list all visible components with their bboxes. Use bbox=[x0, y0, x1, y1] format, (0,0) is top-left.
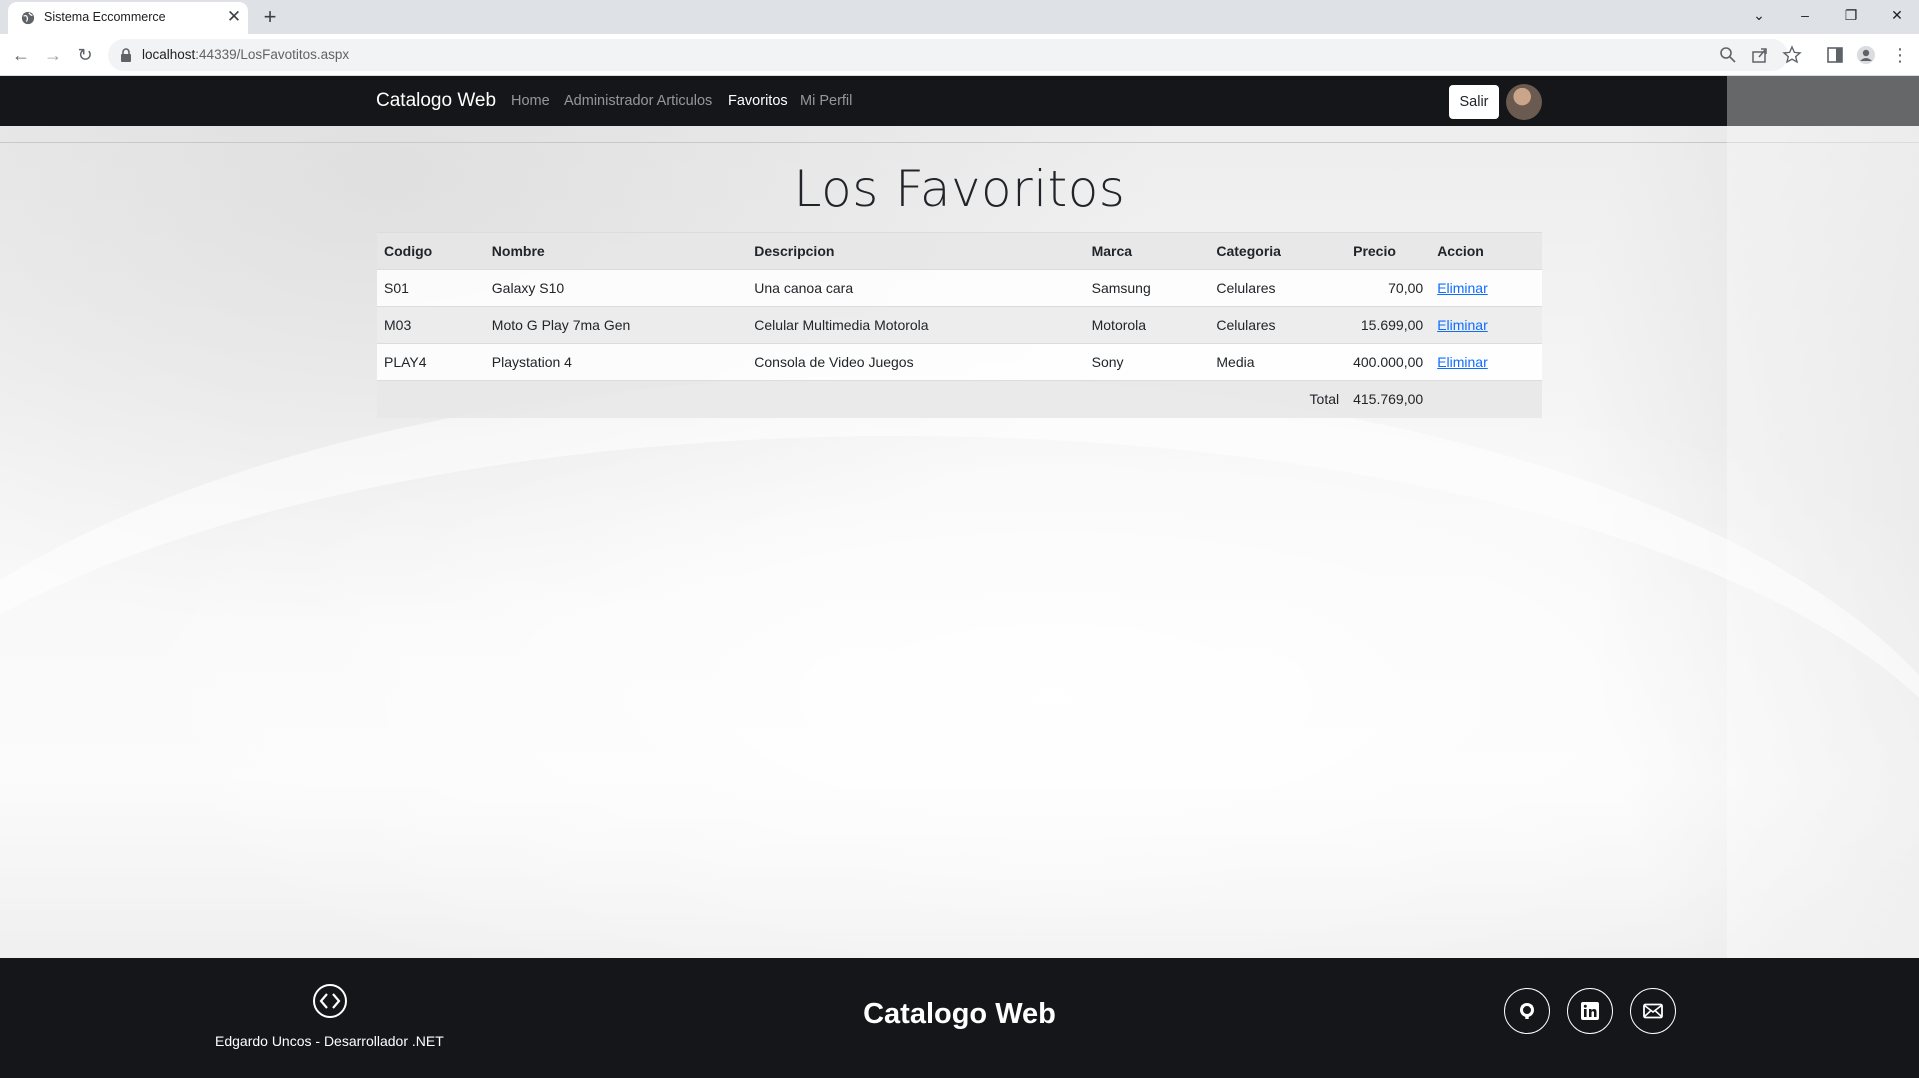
total-spacer bbox=[1430, 380, 1542, 418]
nav-link-home[interactable]: Home bbox=[511, 93, 550, 109]
navbar-brand[interactable]: Catalogo Web bbox=[376, 90, 496, 112]
cell-nombre: Moto G Play 7ma Gen bbox=[484, 306, 748, 344]
cell-precio: 15.699,00 bbox=[1346, 306, 1431, 344]
cell-precio: 400.000,00 bbox=[1346, 343, 1431, 381]
reload-button[interactable]: ↻ bbox=[71, 41, 99, 69]
table-row: PLAY4 Playstation 4 Consola de Video Jue… bbox=[377, 343, 1542, 381]
eliminar-link[interactable]: Eliminar bbox=[1437, 317, 1488, 333]
total-value: 415.769,00 bbox=[1346, 380, 1431, 418]
header-marca: Marca bbox=[1084, 232, 1210, 270]
new-tab-button[interactable]: + bbox=[256, 4, 284, 30]
cell-marca: Samsung bbox=[1084, 269, 1210, 307]
share-icon[interactable] bbox=[1750, 45, 1770, 65]
globe-icon bbox=[21, 11, 35, 25]
cell-codigo: PLAY4 bbox=[377, 343, 485, 381]
cell-nombre: Playstation 4 bbox=[484, 343, 748, 381]
eliminar-link[interactable]: Eliminar bbox=[1437, 354, 1488, 370]
cell-codigo: M03 bbox=[377, 306, 485, 344]
cell-descripcion: Una canoa cara bbox=[747, 269, 1085, 307]
profile-icon[interactable] bbox=[1855, 44, 1877, 66]
close-window-button[interactable]: ✕ bbox=[1874, 0, 1919, 30]
table-row: S01 Galaxy S10 Una canoa cara Samsung Ce… bbox=[377, 269, 1542, 307]
url-path: :44339/LosFavotitos.aspx bbox=[195, 47, 350, 62]
header-accion: Accion bbox=[1430, 232, 1542, 270]
nav-link-administrador-articulos[interactable]: Administrador Articulos bbox=[564, 93, 712, 109]
browser-toolbar: ← → ↻ localhost:44339/LosFavotitos.aspx … bbox=[0, 34, 1919, 76]
mail-icon[interactable] bbox=[1630, 988, 1676, 1034]
cell-descripcion: Consola de Video Juegos bbox=[747, 343, 1085, 381]
close-tab-icon[interactable]: ✕ bbox=[224, 7, 244, 27]
top-navbar: Catalogo Web Home Administrador Articulo… bbox=[0, 76, 1919, 126]
table-header-row: Codigo Nombre Descripcion Marca Categori… bbox=[377, 232, 1542, 270]
restore-button[interactable]: ❐ bbox=[1828, 0, 1874, 30]
header-nombre: Nombre bbox=[484, 232, 748, 270]
nav-link-mi-perfil[interactable]: Mi Perfil bbox=[800, 93, 852, 109]
divider bbox=[0, 142, 1919, 143]
page-title: Los Favoritos bbox=[793, 160, 1126, 218]
url-text: localhost:44339/LosFavotitos.aspx bbox=[142, 47, 349, 62]
eliminar-link[interactable]: Eliminar bbox=[1437, 280, 1488, 296]
cell-descripcion: Celular Multimedia Motorola bbox=[747, 306, 1085, 344]
cell-categoria: Celulares bbox=[1209, 306, 1347, 344]
total-label: Total bbox=[377, 380, 1347, 418]
page-content: Catalogo Web Home Administrador Articulo… bbox=[0, 76, 1919, 1078]
address-bar[interactable]: localhost:44339/LosFavotitos.aspx bbox=[108, 39, 1802, 71]
footer-author: Edgardo Uncos - Desarrollador .NET bbox=[215, 1033, 444, 1049]
cell-accion: Eliminar bbox=[1430, 269, 1542, 307]
page-footer: Edgardo Uncos - Desarrollador .NET Catal… bbox=[0, 958, 1919, 1078]
browser-tab[interactable]: Sistema Eccommerce ✕ bbox=[8, 2, 248, 34]
cell-categoria: Media bbox=[1209, 343, 1347, 381]
header-descripcion: Descripcion bbox=[747, 232, 1085, 270]
github-icon[interactable] bbox=[1504, 988, 1550, 1034]
menu-kebab-icon[interactable]: ⋮ bbox=[1886, 41, 1914, 69]
header-codigo: Codigo bbox=[377, 232, 485, 270]
url-host: localhost bbox=[142, 47, 196, 62]
cell-marca: Motorola bbox=[1084, 306, 1210, 344]
header-precio: Precio bbox=[1346, 232, 1431, 270]
header-categoria: Categoria bbox=[1209, 232, 1347, 270]
cell-nombre: Galaxy S10 bbox=[484, 269, 748, 307]
side-panel-icon[interactable] bbox=[1824, 44, 1846, 66]
table-total-row: Total 415.769,00 bbox=[377, 380, 1542, 418]
tab-search-icon[interactable]: ⌄ bbox=[1736, 0, 1782, 30]
cell-precio: 70,00 bbox=[1346, 269, 1431, 307]
logout-button[interactable]: Salir bbox=[1449, 85, 1499, 119]
cell-codigo: S01 bbox=[377, 269, 485, 307]
lock-icon bbox=[121, 48, 131, 62]
nav-link-favoritos[interactable]: Favoritos bbox=[728, 93, 788, 109]
cell-accion: Eliminar bbox=[1430, 343, 1542, 381]
cell-categoria: Celulares bbox=[1209, 269, 1347, 307]
tab-title: Sistema Eccommerce bbox=[44, 10, 166, 24]
cell-marca: Sony bbox=[1084, 343, 1210, 381]
table-row: M03 Moto G Play 7ma Gen Celular Multimed… bbox=[377, 306, 1542, 344]
avatar[interactable] bbox=[1506, 84, 1542, 120]
bookmark-star-icon[interactable] bbox=[1782, 45, 1802, 65]
browser-tab-strip: Sistema Eccommerce ✕ + ⌄ – ❐ ✕ bbox=[0, 0, 1919, 34]
cell-accion: Eliminar bbox=[1430, 306, 1542, 344]
back-button[interactable]: ← bbox=[7, 41, 35, 69]
favorites-table: Codigo Nombre Descripcion Marca Categori… bbox=[377, 232, 1542, 418]
zoom-icon[interactable] bbox=[1718, 45, 1738, 65]
minimize-button[interactable]: – bbox=[1782, 0, 1828, 30]
forward-button[interactable]: → bbox=[39, 41, 67, 69]
linkedin-icon[interactable] bbox=[1567, 988, 1613, 1034]
